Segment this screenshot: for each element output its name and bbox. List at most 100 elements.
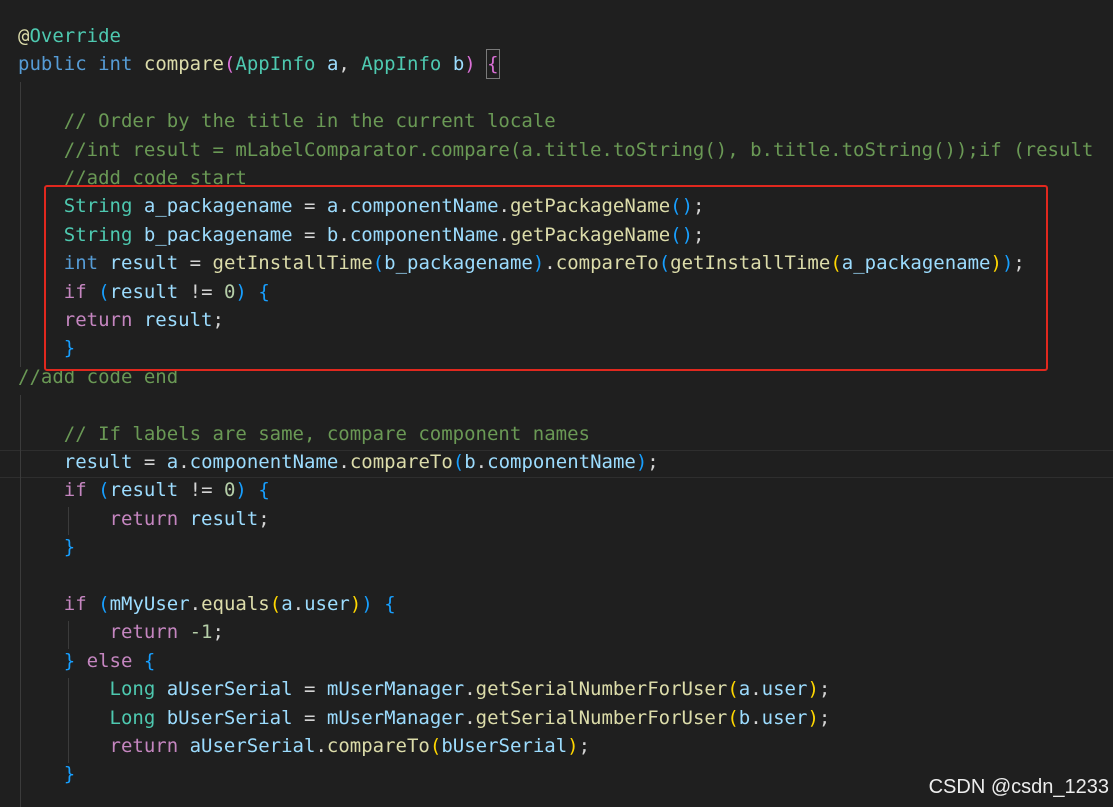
code-token: ) bbox=[807, 706, 819, 729]
code-line[interactable]: if (mMyUser.equals(a.user)) { bbox=[18, 590, 396, 618]
code-token: ( bbox=[727, 706, 739, 729]
code-token: mUserManager bbox=[326, 706, 465, 729]
code-token: a bbox=[281, 593, 293, 615]
code-token: . bbox=[475, 451, 488, 473]
code-line[interactable]: } bbox=[18, 533, 75, 561]
code-token: ; bbox=[818, 706, 831, 729]
code-editor[interactable]: @Override public int compare(AppInfo a, A… bbox=[0, 0, 1113, 807]
code-token: public bbox=[18, 53, 87, 76]
code-token: { bbox=[143, 649, 156, 672]
code-line[interactable]: Long aUserSerial = mUserManager.getSeria… bbox=[18, 675, 831, 703]
code-token: = bbox=[132, 451, 167, 473]
code-token: } bbox=[63, 763, 76, 786]
code-line[interactable]: if (result != 0) { bbox=[18, 476, 270, 504]
code-token: return bbox=[109, 507, 179, 530]
code-token: bUserSerial bbox=[166, 706, 293, 729]
code-token: user bbox=[304, 593, 350, 615]
code-token: componentName bbox=[189, 451, 339, 473]
code-token: ; bbox=[212, 621, 224, 644]
code-token: . bbox=[338, 451, 350, 473]
code-token: user bbox=[761, 706, 808, 729]
code-token: { bbox=[258, 479, 270, 502]
code-line[interactable]: Long bUserSerial = mUserManager.getSeria… bbox=[18, 704, 831, 732]
code-token: { bbox=[384, 593, 396, 615]
code-token: getSerialNumberForUser bbox=[475, 706, 728, 729]
code-token: b bbox=[738, 706, 751, 729]
code-token: . bbox=[189, 593, 202, 615]
code-token: compareTo bbox=[349, 451, 453, 473]
code-line[interactable]: return aUserSerial.compareTo(bUserSerial… bbox=[18, 732, 591, 760]
code-line[interactable]: // Order by the title in the current loc… bbox=[18, 107, 556, 135]
code-token: aUserSerial bbox=[189, 735, 316, 757]
code-token: ) bbox=[807, 678, 819, 701]
code-token: ( bbox=[98, 593, 110, 615]
code-token: ; bbox=[258, 507, 270, 530]
code-token: a bbox=[738, 678, 751, 701]
code-token: . bbox=[178, 451, 190, 473]
code-token: , bbox=[338, 53, 362, 76]
code-token: } bbox=[63, 649, 76, 672]
code-token: b bbox=[452, 53, 465, 76]
code-token: //int result = mLabelComparator.compare(… bbox=[18, 138, 1094, 161]
code-token: if bbox=[63, 593, 87, 615]
code-line[interactable]: result = a.componentName.compareTo(b.com… bbox=[18, 448, 659, 476]
code-token: = bbox=[292, 678, 327, 701]
code-token: else bbox=[86, 649, 133, 672]
code-token: -1 bbox=[189, 621, 213, 644]
code-token: ; bbox=[578, 735, 591, 757]
code-token: ) bbox=[235, 479, 247, 502]
code-token: result bbox=[189, 507, 259, 530]
code-token: ) bbox=[567, 735, 579, 757]
code-line[interactable]: // If labels are same, compare component… bbox=[18, 420, 590, 448]
code-token: result bbox=[63, 451, 133, 473]
code-token: b bbox=[464, 451, 476, 473]
code-token: = bbox=[292, 706, 327, 729]
code-token: Override bbox=[29, 25, 121, 47]
code-token: int bbox=[98, 53, 133, 76]
code-token: ( bbox=[98, 479, 110, 502]
code-token: != bbox=[178, 479, 224, 502]
code-token: . bbox=[464, 678, 476, 701]
code-line[interactable]: return result; bbox=[18, 505, 270, 533]
code-token: . bbox=[464, 706, 476, 729]
code-token: ( bbox=[452, 451, 465, 473]
code-token: aUserSerial bbox=[166, 678, 293, 701]
highlight-annotation-box bbox=[44, 185, 1048, 371]
code-line[interactable]: return -1; bbox=[18, 618, 224, 646]
code-token: mUserManager bbox=[326, 678, 465, 701]
code-token: ( bbox=[223, 53, 236, 76]
code-line[interactable]: @Override bbox=[18, 22, 121, 50]
code-line[interactable]: } bbox=[18, 760, 75, 788]
code-line[interactable]: } else { bbox=[18, 647, 156, 675]
code-token: . bbox=[315, 735, 327, 757]
code-token: . bbox=[750, 706, 762, 729]
code-token: return bbox=[109, 621, 179, 644]
code-token: ; bbox=[647, 451, 659, 473]
code-token: return bbox=[109, 735, 179, 757]
code-line[interactable]: //int result = mLabelComparator.compare(… bbox=[18, 136, 1094, 164]
code-token: a bbox=[166, 451, 179, 473]
code-line[interactable]: public int compare(AppInfo a, AppInfo b)… bbox=[18, 49, 500, 80]
code-token: Long bbox=[109, 706, 156, 729]
code-token: . bbox=[292, 593, 305, 615]
